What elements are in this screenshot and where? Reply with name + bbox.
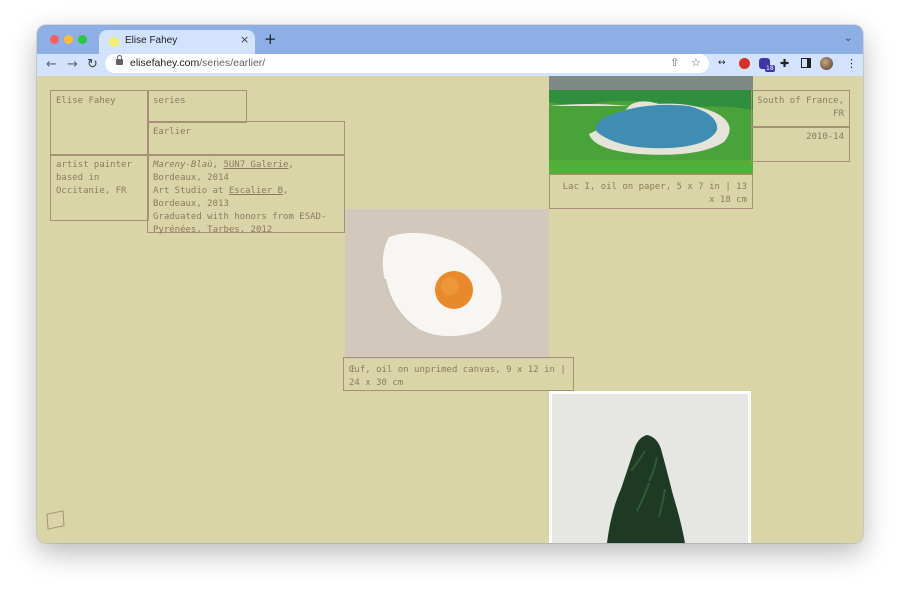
page-content: Elise Fahey artist painter based in Occi… xyxy=(37,76,863,543)
tab-close-icon[interactable]: × xyxy=(240,33,249,46)
caption-oeuf: Œuf, oil on unprimed canvas, 9 x 12 in |… xyxy=(343,357,574,391)
painting-cypress[interactable] xyxy=(549,391,751,543)
extension-arrows-icon[interactable]: ↔ xyxy=(718,58,726,68)
gallery-link[interactable]: 5UN7 Galerie xyxy=(223,160,288,170)
share-icon[interactable]: ⇧ xyxy=(670,56,679,69)
history-line2-pre: Art Studio at xyxy=(153,186,229,196)
extension-badge: 18 xyxy=(765,65,775,72)
caption-lac-i: Lac I, oil on paper, 5 x 7 in | 13 x 18 … xyxy=(549,174,753,209)
painting-oeuf[interactable] xyxy=(345,209,549,359)
back-icon[interactable]: ← xyxy=(46,57,57,72)
artist-bio: artist painter based in Occitanie, FR xyxy=(50,154,149,221)
adblock-extension-icon[interactable] xyxy=(739,58,750,69)
maximize-window-button[interactable] xyxy=(78,35,87,44)
bookmark-star-icon[interactable]: ☆ xyxy=(691,56,701,69)
browser-window: Elise Fahey × + ⌄ ← → ↻ elisefahey.com/s… xyxy=(37,25,863,543)
side-panel-icon[interactable] xyxy=(801,58,811,68)
browser-toolbar: ← → ↻ elisefahey.com/series/earlier/ ⇧ ☆… xyxy=(37,54,863,76)
tab-elise-fahey[interactable]: Elise Fahey × xyxy=(99,30,255,54)
minimize-window-button[interactable] xyxy=(64,35,73,44)
forward-icon[interactable]: → xyxy=(67,57,78,72)
years: 2010-14 xyxy=(751,126,850,162)
series-title: Earlier xyxy=(147,121,345,156)
tab-strip: Elise Fahey × + ⌄ xyxy=(37,25,863,54)
profile-avatar[interactable] xyxy=(820,57,833,70)
new-tab-button[interactable]: + xyxy=(264,30,277,48)
browser-menu-icon[interactable]: ⋮ xyxy=(846,57,857,70)
favicon-icon xyxy=(109,37,119,47)
artist-name[interactable]: Elise Fahey xyxy=(50,90,149,156)
history-exhibition: Mareny-Blaù xyxy=(153,160,213,170)
history-separator: , xyxy=(212,160,224,170)
history-education: Graduated with honors from ESAD-Pyrénées… xyxy=(153,212,327,235)
close-window-button[interactable] xyxy=(50,35,59,44)
address-bar[interactable]: elisefahey.com/series/earlier/ ⇧ ☆ xyxy=(105,54,709,73)
site-logo-icon[interactable] xyxy=(46,510,65,530)
extensions-puzzle-icon[interactable]: ✚ xyxy=(780,57,789,70)
tab-search-icon[interactable]: ⌄ xyxy=(844,33,852,44)
tab-title: Elise Fahey xyxy=(125,35,178,46)
painting-lac-i[interactable] xyxy=(549,76,753,174)
url-text[interactable]: elisefahey.com/series/earlier/ xyxy=(130,57,265,69)
lock-icon[interactable] xyxy=(116,55,123,65)
reload-icon[interactable]: ↻ xyxy=(87,57,98,72)
series-history: Mareny-Blaù, 5UN7 Galerie, Bordeaux, 201… xyxy=(147,154,345,235)
location: South of France, FR xyxy=(751,90,850,128)
nav-series-link[interactable]: series xyxy=(147,90,247,123)
studio-link[interactable]: Escalier B xyxy=(229,186,283,196)
